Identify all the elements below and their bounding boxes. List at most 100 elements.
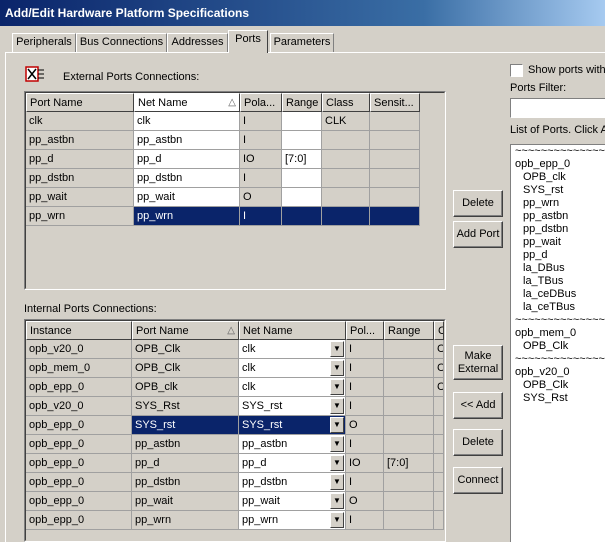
int-cell-class: C bbox=[434, 340, 444, 359]
ext-cell-sensitivity[interactable] bbox=[370, 169, 420, 188]
ext-cell-sensitivity[interactable] bbox=[370, 131, 420, 150]
int-col-header-range[interactable]: Range bbox=[384, 321, 434, 340]
chevron-down-icon[interactable]: ▼ bbox=[330, 417, 344, 433]
ext-cell-polarity[interactable]: IO bbox=[240, 150, 282, 169]
ext-cell-sensitivity[interactable] bbox=[370, 188, 420, 207]
show-ports-checkbox[interactable] bbox=[510, 64, 523, 77]
list-item[interactable]: opb_mem_0 bbox=[515, 327, 605, 340]
ext-col-header-sensitivity[interactable]: Sensit... bbox=[370, 93, 420, 112]
int-cell-net-name[interactable]: clk ▼ bbox=[239, 359, 346, 378]
int-cell-net-name[interactable]: pp_dstbn ▼ bbox=[239, 473, 346, 492]
int-cell-net-name[interactable]: pp_astbn ▼ bbox=[239, 435, 346, 454]
ext-cell-polarity[interactable]: O bbox=[240, 188, 282, 207]
int-col-header-polarity[interactable]: Pol... bbox=[346, 321, 384, 340]
int-cell-net-name[interactable]: clk ▼ bbox=[239, 378, 346, 397]
ext-cell-polarity[interactable]: I bbox=[240, 169, 282, 188]
ext-cell-sensitivity[interactable] bbox=[370, 112, 420, 131]
ext-cell-polarity[interactable]: I bbox=[240, 207, 282, 226]
list-item[interactable]: la_ceDBus bbox=[515, 288, 605, 301]
ext-cell-class[interactable]: CLK bbox=[322, 112, 370, 131]
chevron-down-icon[interactable]: ▼ bbox=[330, 474, 344, 490]
int-col-header-net-name[interactable]: Net Name bbox=[239, 321, 346, 340]
ext-cell-class[interactable] bbox=[322, 131, 370, 150]
ext-cell-net-name[interactable]: pp_d bbox=[134, 150, 240, 169]
ext-col-header-polarity[interactable]: Pola... bbox=[240, 93, 282, 112]
chevron-down-icon[interactable]: ▼ bbox=[330, 379, 344, 395]
chevron-down-icon[interactable]: ▼ bbox=[330, 455, 344, 471]
list-item[interactable]: ~~~~~~~~~~~~~~~~~~~~~~ bbox=[515, 353, 605, 366]
list-item[interactable]: la_DBus bbox=[515, 262, 605, 275]
ext-cell-net-name[interactable]: clk bbox=[134, 112, 240, 131]
int-cell-class bbox=[434, 473, 444, 492]
int-cell-net-name[interactable]: SYS_rst ▼ bbox=[239, 397, 346, 416]
ports-filter-input[interactable] bbox=[510, 98, 605, 118]
ext-cell-net-name[interactable]: pp_wrn bbox=[134, 207, 240, 226]
tab-peripherals[interactable]: Peripherals bbox=[12, 33, 76, 52]
list-item[interactable]: opb_epp_0 bbox=[515, 158, 605, 171]
list-item[interactable]: la_TBus bbox=[515, 275, 605, 288]
ext-cell-range[interactable]: [7:0] bbox=[282, 150, 322, 169]
ext-cell-sensitivity[interactable] bbox=[370, 207, 420, 226]
tab-ports[interactable]: Ports bbox=[228, 30, 268, 53]
ext-cell-range[interactable] bbox=[282, 112, 322, 131]
chevron-down-icon[interactable]: ▼ bbox=[330, 512, 344, 528]
int-cell-class bbox=[434, 492, 444, 511]
ext-cell-class[interactable] bbox=[322, 169, 370, 188]
int-cell-polarity: I bbox=[346, 473, 384, 492]
int-cell-net-name[interactable]: pp_wait ▼ bbox=[239, 492, 346, 511]
add-port-button[interactable]: Add Port bbox=[453, 221, 503, 248]
ext-cell-polarity[interactable]: I bbox=[240, 112, 282, 131]
delete-external-button[interactable]: Delete bbox=[453, 190, 503, 217]
int-col-header-instance[interactable]: Instance bbox=[26, 321, 132, 340]
ext-col-header-net-name[interactable]: Net Name bbox=[134, 93, 240, 112]
ext-cell-net-name[interactable]: pp_wait bbox=[134, 188, 240, 207]
ext-cell-net-name[interactable]: pp_astbn bbox=[134, 131, 240, 150]
list-item[interactable]: pp_wrn bbox=[515, 197, 605, 210]
int-cell-net-name[interactable]: SYS_rst ▼ bbox=[239, 416, 346, 435]
list-item[interactable]: OPB_clk bbox=[515, 171, 605, 184]
chevron-down-icon[interactable]: ▼ bbox=[330, 341, 344, 357]
tab-parameters[interactable]: Parameters bbox=[270, 33, 334, 52]
connect-button[interactable]: Connect bbox=[453, 467, 503, 494]
make-external-button[interactable]: Make External bbox=[453, 345, 503, 380]
tab-addresses[interactable]: Addresses bbox=[167, 33, 228, 52]
chevron-down-icon[interactable]: ▼ bbox=[330, 360, 344, 376]
ext-cell-range[interactable] bbox=[282, 188, 322, 207]
add-internal-button[interactable]: << Add bbox=[453, 392, 503, 419]
list-item[interactable]: pp_wait bbox=[515, 236, 605, 249]
ext-cell-range[interactable] bbox=[282, 169, 322, 188]
ext-cell-polarity[interactable]: I bbox=[240, 131, 282, 150]
ports-list[interactable]: ~~~~~~~~~~~~~~~~~~~~~~opb_epp_0OPB_clkSY… bbox=[510, 144, 605, 542]
int-cell-net-name[interactable]: pp_wrn ▼ bbox=[239, 511, 346, 530]
ext-cell-class[interactable] bbox=[322, 207, 370, 226]
list-item[interactable]: pp_astbn bbox=[515, 210, 605, 223]
int-col-header-port-name[interactable]: Port Name bbox=[132, 321, 239, 340]
ext-cell-net-name[interactable]: pp_dstbn bbox=[134, 169, 240, 188]
ext-col-header-port-name[interactable]: Port Name bbox=[26, 93, 134, 112]
ext-col-header-range[interactable]: Range bbox=[282, 93, 322, 112]
ext-cell-class[interactable] bbox=[322, 188, 370, 207]
chevron-down-icon[interactable]: ▼ bbox=[330, 436, 344, 452]
delete-internal-button[interactable]: Delete bbox=[453, 429, 503, 456]
list-item[interactable]: pp_dstbn bbox=[515, 223, 605, 236]
int-col-header-class[interactable]: C bbox=[434, 321, 444, 340]
list-item[interactable]: SYS_Rst bbox=[515, 392, 605, 405]
ext-cell-class[interactable] bbox=[322, 150, 370, 169]
list-item[interactable]: ~~~~~~~~~~~~~~~~~~~~~~ bbox=[515, 145, 605, 158]
list-item[interactable]: pp_d bbox=[515, 249, 605, 262]
list-item[interactable]: OPB_Clk bbox=[515, 379, 605, 392]
list-item[interactable]: SYS_rst bbox=[515, 184, 605, 197]
ext-cell-range[interactable] bbox=[282, 131, 322, 150]
chevron-down-icon[interactable]: ▼ bbox=[330, 398, 344, 414]
tab-bus-connections[interactable]: Bus Connections bbox=[76, 33, 167, 52]
list-item[interactable]: OPB_Clk bbox=[515, 340, 605, 353]
int-cell-net-name[interactable]: clk ▼ bbox=[239, 340, 346, 359]
ext-cell-sensitivity[interactable] bbox=[370, 150, 420, 169]
ext-cell-range[interactable] bbox=[282, 207, 322, 226]
list-item[interactable]: la_ceTBus bbox=[515, 301, 605, 314]
list-item[interactable]: opb_v20_0 bbox=[515, 366, 605, 379]
list-item[interactable]: ~~~~~~~~~~~~~~~~~~~~~~ bbox=[515, 314, 605, 327]
chevron-down-icon[interactable]: ▼ bbox=[330, 493, 344, 509]
ext-col-header-class[interactable]: Class bbox=[322, 93, 370, 112]
int-cell-net-name[interactable]: pp_d ▼ bbox=[239, 454, 346, 473]
